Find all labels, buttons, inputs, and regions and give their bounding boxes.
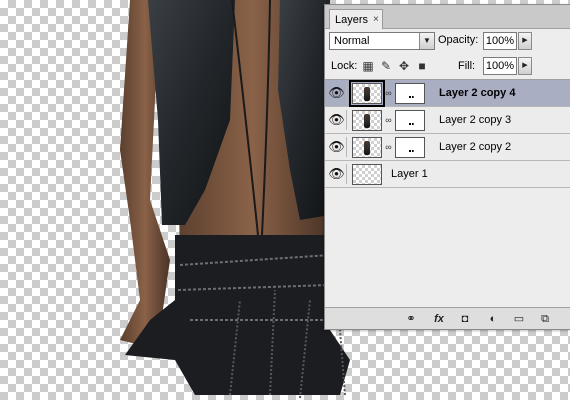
link-chain-icon[interactable]: ∞ [385, 88, 392, 99]
link-chain-icon[interactable]: ∞ [385, 142, 392, 153]
lock-image-pixels-icon[interactable]: ✎ [379, 59, 393, 73]
eye-icon[interactable]: 👁 [327, 137, 347, 157]
fill-input[interactable]: 100% [483, 57, 517, 75]
adjustment-layer-icon[interactable]: ◐ [485, 311, 501, 327]
layer-row[interactable]: 👁 Layer 1 [325, 161, 570, 188]
fill-label: Fill: [458, 60, 476, 72]
blend-mode-select[interactable]: Normal ▼ [329, 32, 435, 50]
layer-thumbnail[interactable] [352, 164, 382, 185]
layer-row[interactable]: 👁 ∞ Layer 2 copy 3 [325, 107, 570, 134]
eye-icon[interactable]: 👁 [327, 83, 347, 103]
tab-layers-label: Layers [335, 13, 369, 26]
layer-name[interactable]: Layer 2 copy 4 [439, 87, 515, 99]
blend-opacity-row: Normal ▼ Opacity: 100% ▶ [329, 32, 566, 52]
new-layer-icon[interactable]: ⧉ [537, 311, 553, 327]
lock-fill-row: Lock: ▦ ✎ ✥ ■ Fill: 100% ▶ [329, 57, 566, 77]
lock-position-icon[interactable]: ✥ [397, 59, 411, 73]
fx-icon[interactable]: fx [431, 311, 447, 327]
layer-row[interactable]: 👁 ∞ Layer 2 copy 2 [325, 134, 570, 161]
layer-mask-thumbnail[interactable] [395, 110, 425, 131]
layer-name[interactable]: Layer 2 copy 3 [439, 114, 511, 126]
lock-label: Lock: [331, 60, 358, 72]
chevron-down-icon[interactable]: ▼ [419, 33, 434, 49]
opacity-label: Opacity: [438, 34, 479, 46]
layer-thumbnail[interactable] [352, 137, 382, 158]
eye-icon[interactable]: 👁 [327, 110, 347, 130]
link-layers-icon[interactable]: ⚭ [403, 311, 419, 327]
lock-all-icon[interactable]: ■ [415, 59, 429, 73]
layer-list: 👁 ∞ Layer 2 copy 4 👁 ∞ Layer 2 copy 3 👁 … [325, 79, 570, 307]
layer-mask-thumbnail[interactable] [395, 83, 425, 104]
opacity-slider-arrow-icon[interactable]: ▶ [518, 32, 532, 50]
tab-layers[interactable]: Layers × [329, 9, 383, 29]
link-chain-icon[interactable]: ∞ [385, 115, 392, 126]
add-mask-icon[interactable]: ◘ [457, 311, 473, 327]
layer-row[interactable]: 👁 ∞ Layer 2 copy 4 [325, 80, 570, 107]
layer-name[interactable]: Layer 1 [391, 168, 428, 180]
close-icon[interactable]: × [373, 14, 379, 25]
new-group-icon[interactable]: ▭ [511, 311, 527, 327]
panel-footer: ⚭ fx ◘ ◐ ▭ ⧉ [325, 307, 570, 329]
layer-name[interactable]: Layer 2 copy 2 [439, 141, 511, 153]
panel-tab-bar: Layers × [325, 5, 570, 29]
fill-slider-arrow-icon[interactable]: ▶ [518, 57, 532, 75]
layer-thumbnail[interactable] [352, 110, 382, 131]
layers-panel: Layers × Normal ▼ Opacity: 100% ▶ Lock: … [324, 4, 570, 330]
lock-transparent-pixels-icon[interactable]: ▦ [361, 59, 375, 73]
layer-mask-thumbnail[interactable] [395, 137, 425, 158]
blend-mode-value: Normal [334, 35, 370, 47]
layer-thumbnail[interactable] [349, 80, 385, 107]
eye-icon[interactable]: 👁 [327, 164, 347, 184]
opacity-input[interactable]: 100% [483, 32, 517, 50]
